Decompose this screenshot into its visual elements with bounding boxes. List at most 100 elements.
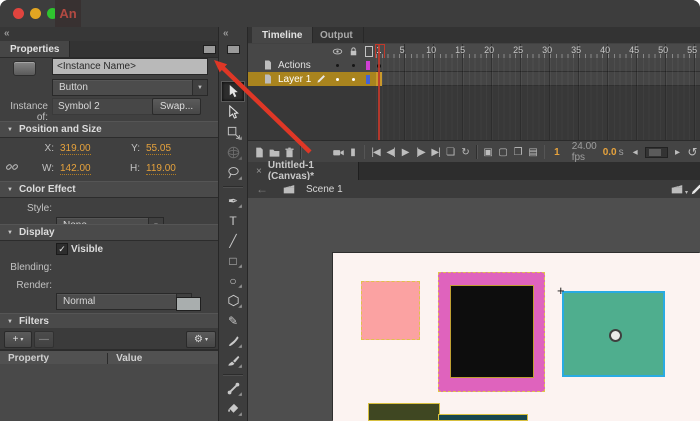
- stage-canvas[interactable]: +: [333, 253, 700, 421]
- go-to-first-frame-button[interactable]: |◀: [368, 144, 383, 160]
- properties-header-strip: «: [0, 27, 218, 42]
- filter-options-button[interactable]: ⚙ ▾: [186, 331, 216, 348]
- collapse-tools-icon[interactable]: «: [223, 28, 228, 39]
- edit-symbols-icon[interactable]: [690, 182, 700, 196]
- layer-outline-color-chip[interactable]: [366, 75, 370, 84]
- layer-row-layer1[interactable]: Layer 1: [248, 72, 376, 87]
- close-window-button[interactable]: [13, 8, 24, 19]
- onion-skin-outlines-button[interactable]: ▢: [496, 144, 511, 160]
- layer-lock-dot[interactable]: [352, 64, 355, 67]
- edit-scene-icon[interactable]: [670, 182, 684, 196]
- lock-all-layers-icon[interactable]: [348, 46, 359, 57]
- x-value[interactable]: 319.00: [60, 143, 91, 155]
- camera-button[interactable]: [331, 144, 346, 160]
- button-symbol-icon: [13, 61, 36, 76]
- tools-menu-icon[interactable]: [227, 45, 240, 54]
- panel-menu-icon[interactable]: [203, 45, 216, 54]
- document-tab[interactable]: × Untitled-1 (Canvas)*: [248, 162, 359, 180]
- paint-brush-tool[interactable]: [222, 331, 244, 350]
- minimize-window-button[interactable]: [30, 8, 41, 19]
- onion-skin-button[interactable]: ▣: [481, 144, 496, 160]
- registration-point-icon[interactable]: [609, 329, 622, 342]
- delete-layer-button[interactable]: [282, 144, 297, 160]
- paint-bucket-tool[interactable]: [222, 399, 244, 418]
- scene-breadcrumb[interactable]: Scene 1: [306, 184, 343, 195]
- edit-multiple-frames-button[interactable]: ❐: [511, 144, 526, 160]
- oval-tool[interactable]: ○: [222, 271, 244, 290]
- play-button[interactable]: ▶: [398, 144, 413, 160]
- remove-filter-button[interactable]: —: [34, 331, 54, 348]
- step-back-button[interactable]: ◀|: [383, 144, 398, 160]
- new-layer-button[interactable]: [252, 144, 267, 160]
- marker-icon[interactable]: ▮: [346, 144, 361, 160]
- layer-visibility-dot[interactable]: [336, 78, 339, 81]
- line-tool[interactable]: ╱: [222, 231, 244, 250]
- w-value[interactable]: 142.00: [60, 163, 91, 175]
- go-to-last-frame-button[interactable]: ▶|: [428, 144, 443, 160]
- polystar-tool[interactable]: [222, 291, 244, 310]
- gear-icon: ⚙: [194, 334, 203, 345]
- tab-timeline[interactable]: Timeline: [252, 27, 313, 43]
- y-value[interactable]: 55.05: [146, 143, 171, 155]
- subselection-tool[interactable]: [222, 103, 244, 122]
- center-frame-button[interactable]: ❏: [443, 144, 458, 160]
- layer-name[interactable]: Layer 1: [278, 74, 311, 85]
- current-frame-indicator[interactable]: 1: [554, 147, 560, 158]
- back-arrow-icon[interactable]: ←: [256, 182, 268, 196]
- timeline-ruler[interactable]: 1510152025303540455055: [376, 44, 700, 59]
- modify-markers-button[interactable]: ▤: [526, 144, 541, 160]
- brush-tool[interactable]: [222, 351, 244, 370]
- rectangle-tool[interactable]: □: [222, 251, 244, 270]
- step-forward-button[interactable]: |▶: [413, 144, 428, 160]
- selection-tool[interactable]: [221, 81, 245, 102]
- visible-checkbox[interactable]: ✓: [56, 243, 68, 255]
- lasso-tool[interactable]: [222, 163, 244, 182]
- timeline-frames-grid[interactable]: [376, 58, 700, 86]
- pen-tool[interactable]: ✒: [222, 191, 244, 210]
- pencil-tool[interactable]: ✎: [222, 311, 244, 330]
- plus-icon: +: [13, 334, 19, 345]
- olive-rect[interactable]: [368, 403, 440, 421]
- section-display[interactable]: ▼ Display: [0, 224, 218, 241]
- tab-output[interactable]: Output: [310, 27, 364, 43]
- layer-name[interactable]: Actions: [278, 60, 311, 71]
- property-column-header[interactable]: Property: [8, 353, 49, 364]
- layer-visibility-dot[interactable]: [336, 64, 339, 67]
- section-color-effect[interactable]: ▼ Color Effect: [0, 181, 218, 198]
- text-tool[interactable]: T: [222, 211, 244, 230]
- swap-button[interactable]: Swap...: [152, 98, 201, 115]
- tab-properties[interactable]: Properties: [0, 41, 70, 57]
- frame-rate-indicator[interactable]: 24.00 fps: [572, 141, 597, 163]
- scrollbar-thumb[interactable]: [649, 149, 661, 156]
- new-folder-button[interactable]: [267, 144, 282, 160]
- loop-button[interactable]: ↻: [458, 144, 473, 160]
- symbol-behavior-select[interactable]: Button ▼: [52, 79, 208, 96]
- value-column-header[interactable]: Value: [107, 353, 142, 364]
- darkteal-rect[interactable]: [438, 414, 528, 421]
- layer-lock-dot[interactable]: [352, 78, 355, 81]
- add-filter-button[interactable]: + ▾: [4, 331, 32, 348]
- background-color-swatch[interactable]: [176, 297, 201, 311]
- black-square[interactable]: [450, 285, 534, 378]
- instance-of-value[interactable]: Symbol 2: [52, 98, 153, 115]
- reset-timeline-icon[interactable]: ↺: [685, 144, 700, 160]
- collapse-panel-icon[interactable]: «: [4, 28, 9, 39]
- layer-outline-color-chip[interactable]: [366, 61, 370, 70]
- elapsed-time-value[interactable]: 0.0: [603, 147, 617, 158]
- scroll-left-icon[interactable]: ◂: [628, 144, 643, 160]
- layer-row-actions[interactable]: Actions: [248, 58, 376, 73]
- scroll-right-icon[interactable]: ▸: [670, 144, 685, 160]
- show-hide-all-layers-icon[interactable]: [332, 46, 343, 57]
- pink-square[interactable]: [361, 281, 420, 340]
- blending-select[interactable]: Normal ▼: [56, 293, 192, 310]
- instance-name-input[interactable]: [52, 58, 208, 75]
- close-document-icon[interactable]: ×: [256, 166, 262, 177]
- link-width-height-icon[interactable]: [5, 160, 19, 174]
- subselection-tool-icon: [226, 105, 241, 120]
- bone-tool[interactable]: [222, 379, 244, 398]
- section-position-and-size[interactable]: ▼ Position and Size: [0, 121, 218, 138]
- h-value[interactable]: 119.00: [146, 163, 176, 175]
- timeline-scrollbar[interactable]: [645, 147, 668, 158]
- outline-all-layers-icon[interactable]: [365, 46, 373, 57]
- free-transform-tool[interactable]: [222, 123, 244, 142]
